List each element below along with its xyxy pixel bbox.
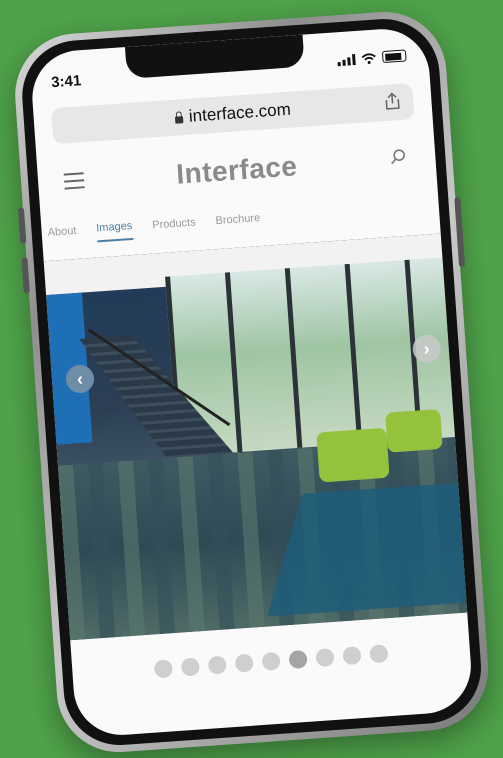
status-time: 3:41 xyxy=(50,72,82,92)
battery-icon xyxy=(381,49,407,64)
tab-about[interactable]: About xyxy=(47,225,77,245)
share-icon[interactable] xyxy=(383,92,402,111)
volume-up-button xyxy=(17,207,27,244)
pagination-dot[interactable] xyxy=(342,646,362,666)
wifi-icon xyxy=(361,52,376,64)
pagination-dot[interactable] xyxy=(207,655,227,675)
pagination-dot[interactable] xyxy=(315,647,335,668)
pagination-dot[interactable] xyxy=(261,651,281,671)
volume-down-button xyxy=(21,257,30,294)
signal-icon xyxy=(337,53,356,66)
lock-icon xyxy=(174,115,184,124)
menu-icon[interactable] xyxy=(63,172,85,190)
tab-brochure[interactable]: Brochure xyxy=(215,212,261,233)
gallery-pagination xyxy=(72,638,470,684)
photo-chair xyxy=(316,427,390,483)
pagination-dot[interactable] xyxy=(369,644,389,664)
pagination-dot[interactable] xyxy=(288,649,308,670)
search-icon[interactable] xyxy=(389,148,408,167)
phone-frame: 3:41 interface.com Interface About Image… xyxy=(11,7,493,757)
site-brand[interactable]: Interface xyxy=(175,150,298,190)
photo-chair xyxy=(385,408,443,453)
tab-products[interactable]: Products xyxy=(152,217,197,238)
phone-scene: 3:41 interface.com Interface About Image… xyxy=(0,0,503,757)
phone-bezel: 3:41 interface.com Interface About Image… xyxy=(18,15,485,749)
power-button xyxy=(454,197,466,268)
tab-images[interactable]: Images xyxy=(95,219,134,243)
status-icons xyxy=(337,49,407,66)
phone-screen: 3:41 interface.com Interface About Image… xyxy=(29,25,475,739)
pagination-dot[interactable] xyxy=(180,657,200,677)
url-text: interface.com xyxy=(188,99,292,126)
pagination-dot[interactable] xyxy=(234,653,254,673)
gallery-image[interactable]: ‹ › xyxy=(43,233,468,641)
